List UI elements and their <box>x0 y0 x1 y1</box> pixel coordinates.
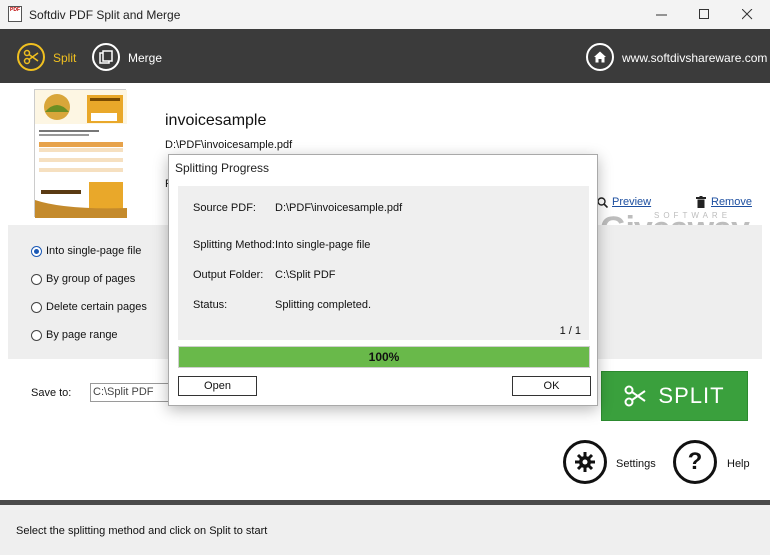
option-label: Delete certain pages <box>46 301 147 313</box>
home-icon <box>594 51 606 63</box>
status-value: Splitting completed. <box>275 299 371 311</box>
radio-unselected[interactable] <box>31 329 42 341</box>
merge-tab-label[interactable]: Merge <box>128 51 162 65</box>
ok-button[interactable]: OK <box>512 376 591 396</box>
radio-unselected[interactable] <box>31 273 42 285</box>
split-button-label: SPLIT <box>658 383 725 408</box>
output-folder-label: Output Folder: <box>193 269 264 281</box>
document-path: D:\PDF\invoicesample.pdf <box>165 139 293 151</box>
settings-button[interactable] <box>563 440 607 484</box>
title-bar: PDF Softdiv PDF Split and Merge <box>0 0 770 29</box>
help-label[interactable]: Help <box>727 458 750 470</box>
status-bar: Select the splitting method and click on… <box>0 505 770 555</box>
output-folder-value: C:\Split PDF <box>275 269 336 281</box>
close-icon <box>741 9 752 20</box>
window-title: Softdiv PDF Split and Merge <box>29 8 181 22</box>
main-toolbar: Split Merge www.softdivshareware.com <box>0 29 770 83</box>
option-page-range[interactable]: By page range <box>31 329 118 341</box>
open-button[interactable]: Open <box>178 376 257 396</box>
save-to-label: Save to: <box>31 387 72 399</box>
maximize-icon <box>698 9 709 19</box>
dialog-details-panel: Source PDF: D:\PDF\invoicesample.pdf Spl… <box>178 186 589 340</box>
option-single-page[interactable]: Into single-page file <box>31 245 141 257</box>
minimize-button[interactable] <box>638 0 684 29</box>
gear-icon <box>575 452 595 472</box>
preview-link[interactable]: Preview <box>612 196 651 208</box>
option-label: Into single-page file <box>46 245 142 257</box>
status-text: Select the splitting method and click on… <box>16 525 268 537</box>
option-label: By page range <box>46 329 118 341</box>
scissors-icon <box>624 385 646 407</box>
help-button[interactable]: ? <box>673 440 717 484</box>
trash-icon <box>696 196 706 208</box>
invoice-preview-image <box>35 90 127 218</box>
source-pdf-value: D:\PDF\invoicesample.pdf <box>275 202 403 214</box>
page-count: 1 / 1 <box>559 325 581 337</box>
document-name: invoicesample <box>165 112 267 129</box>
option-label: By group of pages <box>46 273 136 285</box>
radio-unselected[interactable] <box>31 301 42 313</box>
remove-link[interactable]: Remove <box>711 196 752 208</box>
source-pdf-label: Source PDF: <box>193 202 256 214</box>
settings-label[interactable]: Settings <box>616 458 656 470</box>
question-mark-icon: ? <box>687 448 703 475</box>
website-link[interactable]: www.softdivshareware.com <box>622 51 767 65</box>
splitting-progress-dialog: Splitting Progress Source PDF: D:\PDF\in… <box>168 154 598 406</box>
merge-tab-button[interactable] <box>92 43 120 71</box>
split-tab-button[interactable] <box>17 43 45 71</box>
split-button[interactable]: SPLIT <box>601 371 748 421</box>
maximize-button[interactable] <box>681 0 727 29</box>
home-button[interactable] <box>586 43 614 71</box>
close-button[interactable] <box>724 0 770 29</box>
merge-pages-icon <box>99 50 113 64</box>
magnifier-icon <box>597 197 608 208</box>
splitting-method-value: Into single-page file <box>275 239 371 251</box>
save-to-field[interactable]: C:\Split PDF <box>90 383 170 402</box>
progress-bar: 100% <box>178 346 590 368</box>
split-tab-label[interactable]: Split <box>53 51 76 65</box>
status-label: Status: <box>193 299 228 311</box>
document-thumbnail <box>34 89 127 218</box>
option-delete-pages[interactable]: Delete certain pages <box>31 301 147 313</box>
option-group-of-pages[interactable]: By group of pages <box>31 273 135 285</box>
scissors-icon <box>23 49 39 65</box>
app-logo-icon: PDF <box>8 6 22 22</box>
radio-selected[interactable] <box>31 245 42 257</box>
splitting-method-label: Splitting Method: <box>193 239 275 251</box>
progress-percent: 100% <box>368 350 400 364</box>
minimize-icon <box>655 14 667 16</box>
dialog-title: Splitting Progress <box>175 161 270 175</box>
